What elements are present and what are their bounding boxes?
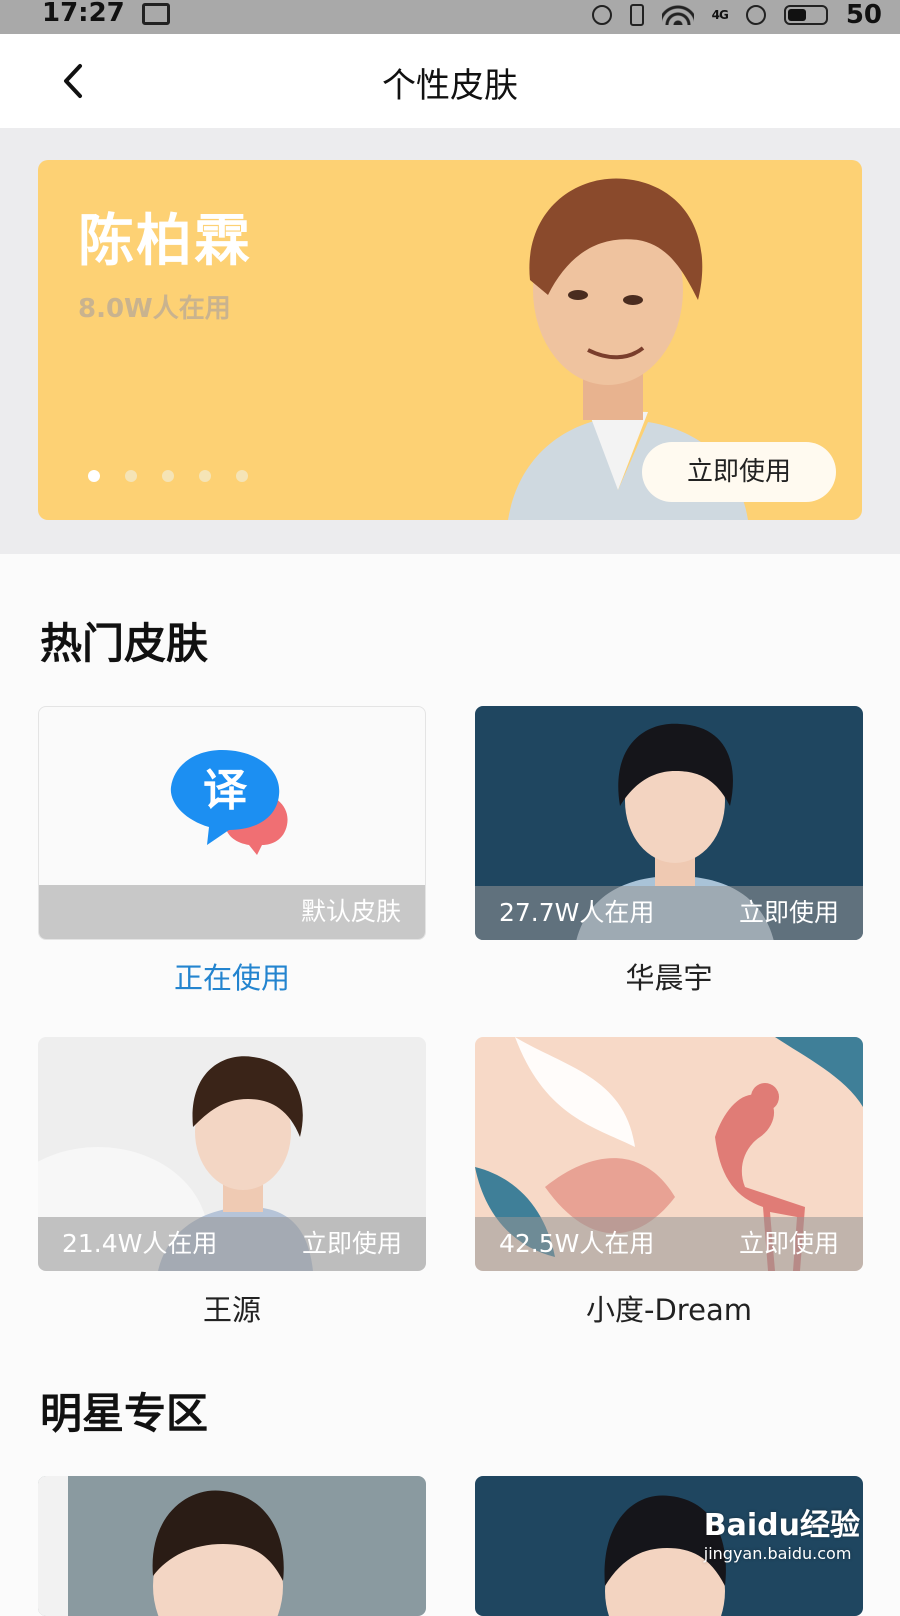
banner-user-count: 8.0W人在用 [78, 294, 231, 324]
status-bar: 17:27 4G 50 [0, 0, 900, 34]
carousel-dot[interactable] [236, 470, 248, 482]
card-use-button[interactable]: 立即使用 [739, 1217, 839, 1271]
card-user-count: 42.5W人在用 [499, 1229, 655, 1258]
alarm-icon [591, 5, 612, 25]
card-portrait-image [38, 1476, 284, 1616]
carousel-dot[interactable] [199, 470, 211, 482]
baidu-jingyan-watermark: Baidu经验 jingyan.baidu.com [704, 1500, 860, 1563]
watermark-url: jingyan.baidu.com [703, 1544, 852, 1563]
carousel-dot[interactable] [125, 470, 137, 482]
card-user-count: 21.4W人在用 [62, 1229, 218, 1258]
header-bar: 个性皮肤 [0, 34, 900, 128]
carousel-dot[interactable] [88, 470, 100, 482]
message-icon [142, 3, 170, 25]
banner-skin-name: 陈柏霖 [78, 209, 252, 274]
skin-card-hua-chenyu[interactable]: 27.7W人在用 立即使用 [475, 706, 863, 940]
hot-skins-title: 热门皮肤 [40, 619, 209, 668]
watermark-logo: Baidu经验 [703, 1508, 860, 1543]
vibrate-icon [629, 4, 644, 26]
banner-section: 陈柏霖 8.0W人在用 立即使用 [0, 128, 900, 554]
svg-text:译: 译 [203, 765, 248, 816]
banner-carousel[interactable]: 陈柏霖 8.0W人在用 立即使用 [38, 160, 862, 520]
card-user-count: 27.7W人在用 [499, 898, 655, 927]
translate-app-icon: 译 [170, 750, 288, 855]
card-info-bar: 21.4W人在用 立即使用 [38, 1217, 426, 1271]
status-icons: 4G 50 [591, 0, 882, 30]
card-info-bar: 默认皮肤 [39, 885, 425, 939]
card-info-bar: 42.5W人在用 立即使用 [475, 1217, 863, 1271]
carousel-dot[interactable] [162, 470, 174, 482]
card-label: 小度-Dream [586, 1293, 752, 1327]
page-title: 个性皮肤 [382, 66, 518, 106]
star-zone-title: 明星专区 [40, 1389, 209, 1438]
network-type-label: 4G [711, 8, 729, 22]
banner-use-button[interactable]: 立即使用 [642, 442, 836, 502]
status-time: 17:27 [42, 0, 125, 28]
battery-icon [783, 5, 828, 25]
card-label: 华晨宇 [625, 961, 713, 995]
card-use-button[interactable]: 立即使用 [739, 886, 839, 940]
card-label: 王源 [202, 1293, 261, 1327]
skin-card-default[interactable]: 译 默认皮肤 [38, 706, 426, 940]
skin-card-wang-yuan[interactable]: 21.4W人在用 立即使用 [38, 1037, 426, 1271]
wifi-icon [661, 5, 694, 25]
battery-level: 50 [845, 0, 882, 30]
carousel-indicator [88, 470, 248, 482]
card-default-tag: 默认皮肤 [300, 897, 401, 926]
card-use-button[interactable]: 立即使用 [302, 1217, 402, 1271]
star-card[interactable] [38, 1476, 426, 1616]
card-info-bar: 27.7W人在用 立即使用 [475, 886, 863, 940]
card-label-in-use: 正在使用 [173, 961, 290, 995]
skin-card-xiaodu-dream[interactable]: 42.5W人在用 立即使用 [475, 1037, 863, 1271]
hd-signal-icon [745, 5, 766, 25]
